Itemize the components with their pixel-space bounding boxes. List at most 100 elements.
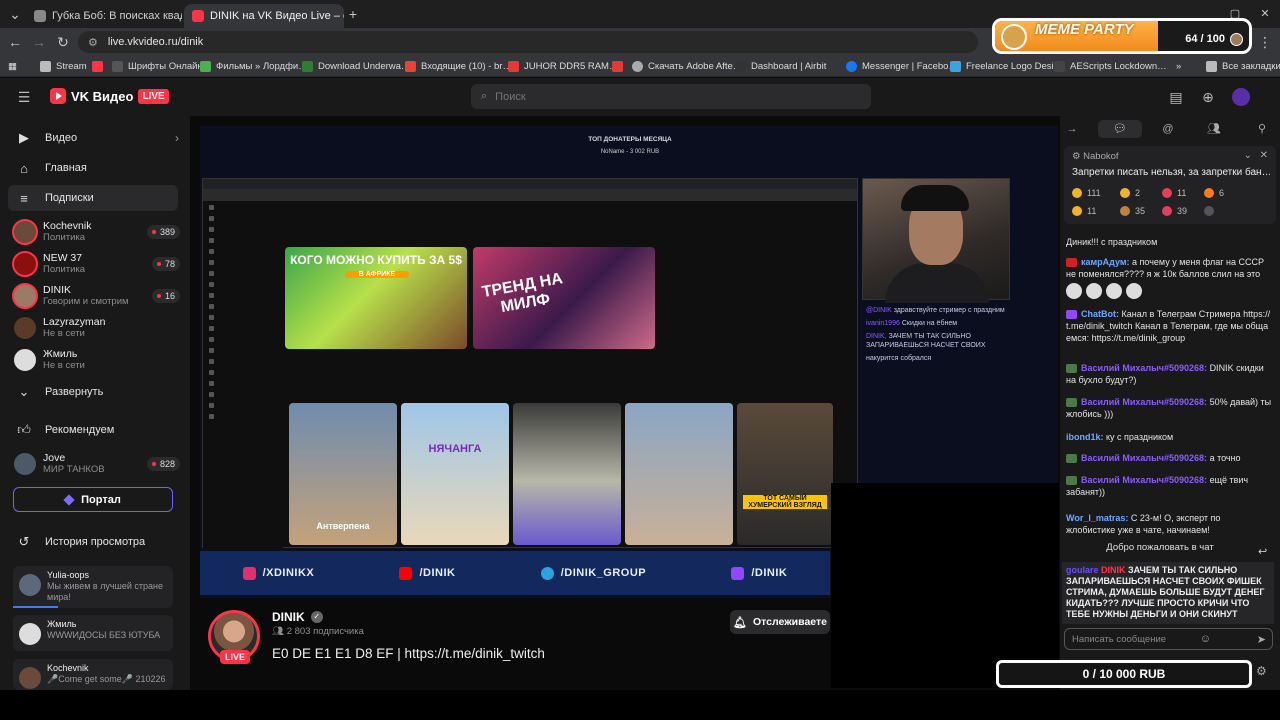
expand-button[interactable]: ⌄ Развернуть bbox=[14, 379, 179, 405]
bookmark-item[interactable]: Шрифты Онлайн bbox=[112, 59, 203, 73]
search-box[interactable]: ⌕ bbox=[471, 84, 871, 109]
site-settings-icon[interactable]: ⚙ bbox=[88, 36, 98, 49]
send-icon[interactable]: ➤ bbox=[1257, 633, 1266, 646]
reaction[interactable]: 6 bbox=[1204, 188, 1224, 198]
collapse-chat-icon[interactable]: → bbox=[1060, 120, 1084, 138]
emoji-icon[interactable]: ☺ bbox=[1200, 633, 1211, 645]
short-title: НЯЧАНГА bbox=[428, 443, 482, 455]
streamer-webcam bbox=[862, 178, 1010, 303]
close-icon[interactable]: ✕ bbox=[1260, 150, 1268, 161]
channel-name-row[interactable]: DINIK ✓ bbox=[272, 610, 323, 624]
reaction[interactable]: 35 bbox=[1120, 206, 1145, 216]
bookmark-label: Скачать Adobe Afte… bbox=[648, 60, 743, 72]
pin-icon[interactable]: ⚲ bbox=[1250, 120, 1274, 138]
url-field[interactable]: ⚙ live.vkvideo.ru/dinik bbox=[78, 31, 978, 53]
sidebar-sub-dinik[interactable]: DINIK Говорим и смотрим 16 bbox=[12, 281, 180, 311]
bookmark-item[interactable] bbox=[612, 59, 628, 73]
avatar bbox=[12, 251, 38, 277]
folder-icon bbox=[1206, 60, 1217, 72]
reaction[interactable]: 39 bbox=[1162, 206, 1187, 216]
nav-video[interactable]: ▶ Видео › bbox=[14, 125, 179, 151]
chat-username[interactable]: Василий Михалыч#5090268: bbox=[1081, 363, 1207, 373]
sidebar-sub-new37[interactable]: NEW 37 Политика 78 bbox=[12, 249, 180, 279]
reaction[interactable]: 11 bbox=[1162, 188, 1186, 198]
tab-mentions[interactable]: @ bbox=[1146, 120, 1190, 138]
reaction[interactable]: 111 bbox=[1072, 188, 1101, 198]
meme-party-title: MEME PARTY bbox=[1035, 21, 1134, 38]
bookmark-favicon-icon bbox=[508, 60, 519, 72]
history-item[interactable]: Kochevnik 🎤Come get some🎤 210226 bbox=[13, 659, 173, 690]
bookmark-item[interactable]: AEScripts Lockdown… bbox=[1054, 59, 1167, 73]
more-bookmarks-icon[interactable]: » bbox=[1176, 59, 1181, 73]
chat-username[interactable]: камрАдум: bbox=[1081, 257, 1130, 267]
scroll-to-bottom-icon[interactable]: ↩ bbox=[1258, 545, 1267, 558]
bookmark-item[interactable]: Фильмы » Лордфи… bbox=[200, 59, 308, 73]
bookmark-item[interactable]: Скачать Adobe Afte… bbox=[632, 59, 742, 73]
bookmark-item[interactable]: Download Underwa… bbox=[302, 59, 410, 73]
chat-username[interactable]: Василий Михалыч#5090268: bbox=[1081, 397, 1207, 407]
reaction[interactable]: 11 bbox=[1072, 206, 1096, 216]
emote-icon bbox=[1106, 283, 1122, 299]
all-bookmarks[interactable]: Все закладки bbox=[1206, 59, 1280, 73]
add-reaction-icon[interactable] bbox=[1204, 206, 1219, 216]
chat-username[interactable]: ChatBot: bbox=[1081, 309, 1119, 319]
apps-icon[interactable]: ▦ bbox=[8, 59, 17, 73]
chat-username[interactable]: ibond1k: bbox=[1066, 432, 1104, 442]
thumbnail-subtitle: В АФРИКЕ bbox=[345, 271, 409, 278]
reaction[interactable]: 2 bbox=[1120, 188, 1140, 198]
live-badge: LIVE bbox=[220, 650, 251, 664]
chat-username[interactable]: Василий Михалыч#5090268: bbox=[1081, 475, 1207, 485]
bookmark-item[interactable]: Входящие (10) - br… bbox=[405, 59, 512, 73]
nav-history[interactable]: ↺ История просмотра bbox=[14, 529, 179, 555]
portal-button[interactable]: Портал bbox=[13, 487, 173, 512]
chat-message: Wor_l_matras: С 23-м! О, эксперт по жлоб… bbox=[1066, 513, 1221, 535]
tab-title: DINIK на VK Видео Live – с… bbox=[210, 10, 344, 22]
new-tab-icon[interactable]: + bbox=[344, 5, 362, 23]
back-icon[interactable]: ← bbox=[6, 33, 24, 51]
sidebar-sub-kochevnik[interactable]: Kochevnik Политика 389 bbox=[12, 217, 180, 247]
bookmark-item[interactable]: Freelance Logo Desi… bbox=[950, 59, 1063, 73]
menu-icon[interactable]: ☰ bbox=[14, 87, 34, 107]
chat-username[interactable]: Василий Михалыч#5090268: bbox=[1081, 453, 1207, 463]
tab-users[interactable]: 👥︎ bbox=[1192, 120, 1236, 138]
history-item[interactable]: Yulia-oops Мы живем в лучшей стране мира! bbox=[13, 566, 173, 608]
notifications-icon[interactable]: ▤ bbox=[1166, 87, 1186, 107]
bookmark-item[interactable]: JUHOR DDR5 RAM… bbox=[508, 59, 618, 73]
settings-gear-icon[interactable]: ⚙ bbox=[1256, 664, 1267, 678]
search-input[interactable] bbox=[495, 90, 856, 103]
thumbnail-title: ТРЕНД НА МИЛФ bbox=[480, 270, 565, 317]
browser-menu-icon[interactable]: ⋮ bbox=[1256, 33, 1274, 51]
browser-tab-active[interactable]: DINIK на VK Видео Live – с… ✕ bbox=[184, 4, 344, 28]
user-avatar[interactable] bbox=[1232, 88, 1250, 106]
chat-username[interactable]: Wor_l_matras: bbox=[1066, 513, 1128, 523]
bookmark-item[interactable]: Stream bbox=[40, 59, 87, 73]
tab-chat[interactable]: 💬︎ bbox=[1098, 120, 1142, 138]
close-window-icon[interactable]: ✕ bbox=[1256, 5, 1274, 23]
channel-name: DINIK bbox=[43, 284, 72, 296]
browser-tab[interactable]: Губка Боб: В поисках квадратн… ✕ bbox=[26, 4, 182, 28]
chat-input[interactable]: Написать сообщение ☺ ➤ bbox=[1064, 628, 1273, 650]
nav-recommended[interactable]: 👍︎ Рекомендуем bbox=[14, 417, 179, 443]
chat-message: Василий Михалыч#5090268: а точно bbox=[1066, 452, 1272, 464]
gmail-icon bbox=[405, 60, 416, 72]
chevron-down-icon[interactable]: ⌄ bbox=[1244, 150, 1252, 161]
forward-icon[interactable]: → bbox=[30, 33, 48, 51]
vk-video-logo[interactable]: VK Видео LIVE bbox=[50, 88, 169, 104]
sidebar-rec-jove[interactable]: Jove МИР ТАНКОВ 828 bbox=[12, 449, 180, 479]
chat-welcome: Добро пожаловать в чат bbox=[1106, 542, 1214, 553]
chat-input-placeholder: Написать сообщение bbox=[1072, 633, 1167, 645]
nav-home[interactable]: ⌂ Главная bbox=[14, 155, 179, 181]
add-icon[interactable]: ⊕ bbox=[1198, 87, 1218, 107]
sidebar-sub-zhmil[interactable]: Жмиль Не в сети bbox=[12, 345, 180, 375]
bookmark-item[interactable] bbox=[92, 59, 108, 73]
bookmark-item[interactable]: Dashboard | Airbit bbox=[735, 59, 826, 73]
chat-username[interactable]: goulare bbox=[1066, 565, 1099, 575]
history-item[interactable]: Жмиль WWWИДОСЫ БЕЗ ЮТУБА bbox=[13, 615, 173, 651]
chat-message: камрАдум: а почему у меня флаг на СССР н… bbox=[1066, 256, 1272, 299]
sidebar-sub-lazyrazyman[interactable]: Lazyrazyman Не в сети bbox=[12, 313, 180, 343]
follow-button[interactable]: 🔔︎ Отслеживаете bbox=[730, 610, 830, 634]
nav-subscriptions[interactable]: ≡ Подписки bbox=[8, 185, 178, 211]
bookmark-item[interactable]: Messenger | Facebo… bbox=[846, 59, 958, 73]
reload-icon[interactable]: ↻ bbox=[54, 33, 72, 51]
tab-search-icon[interactable]: ⌄ bbox=[6, 5, 24, 23]
